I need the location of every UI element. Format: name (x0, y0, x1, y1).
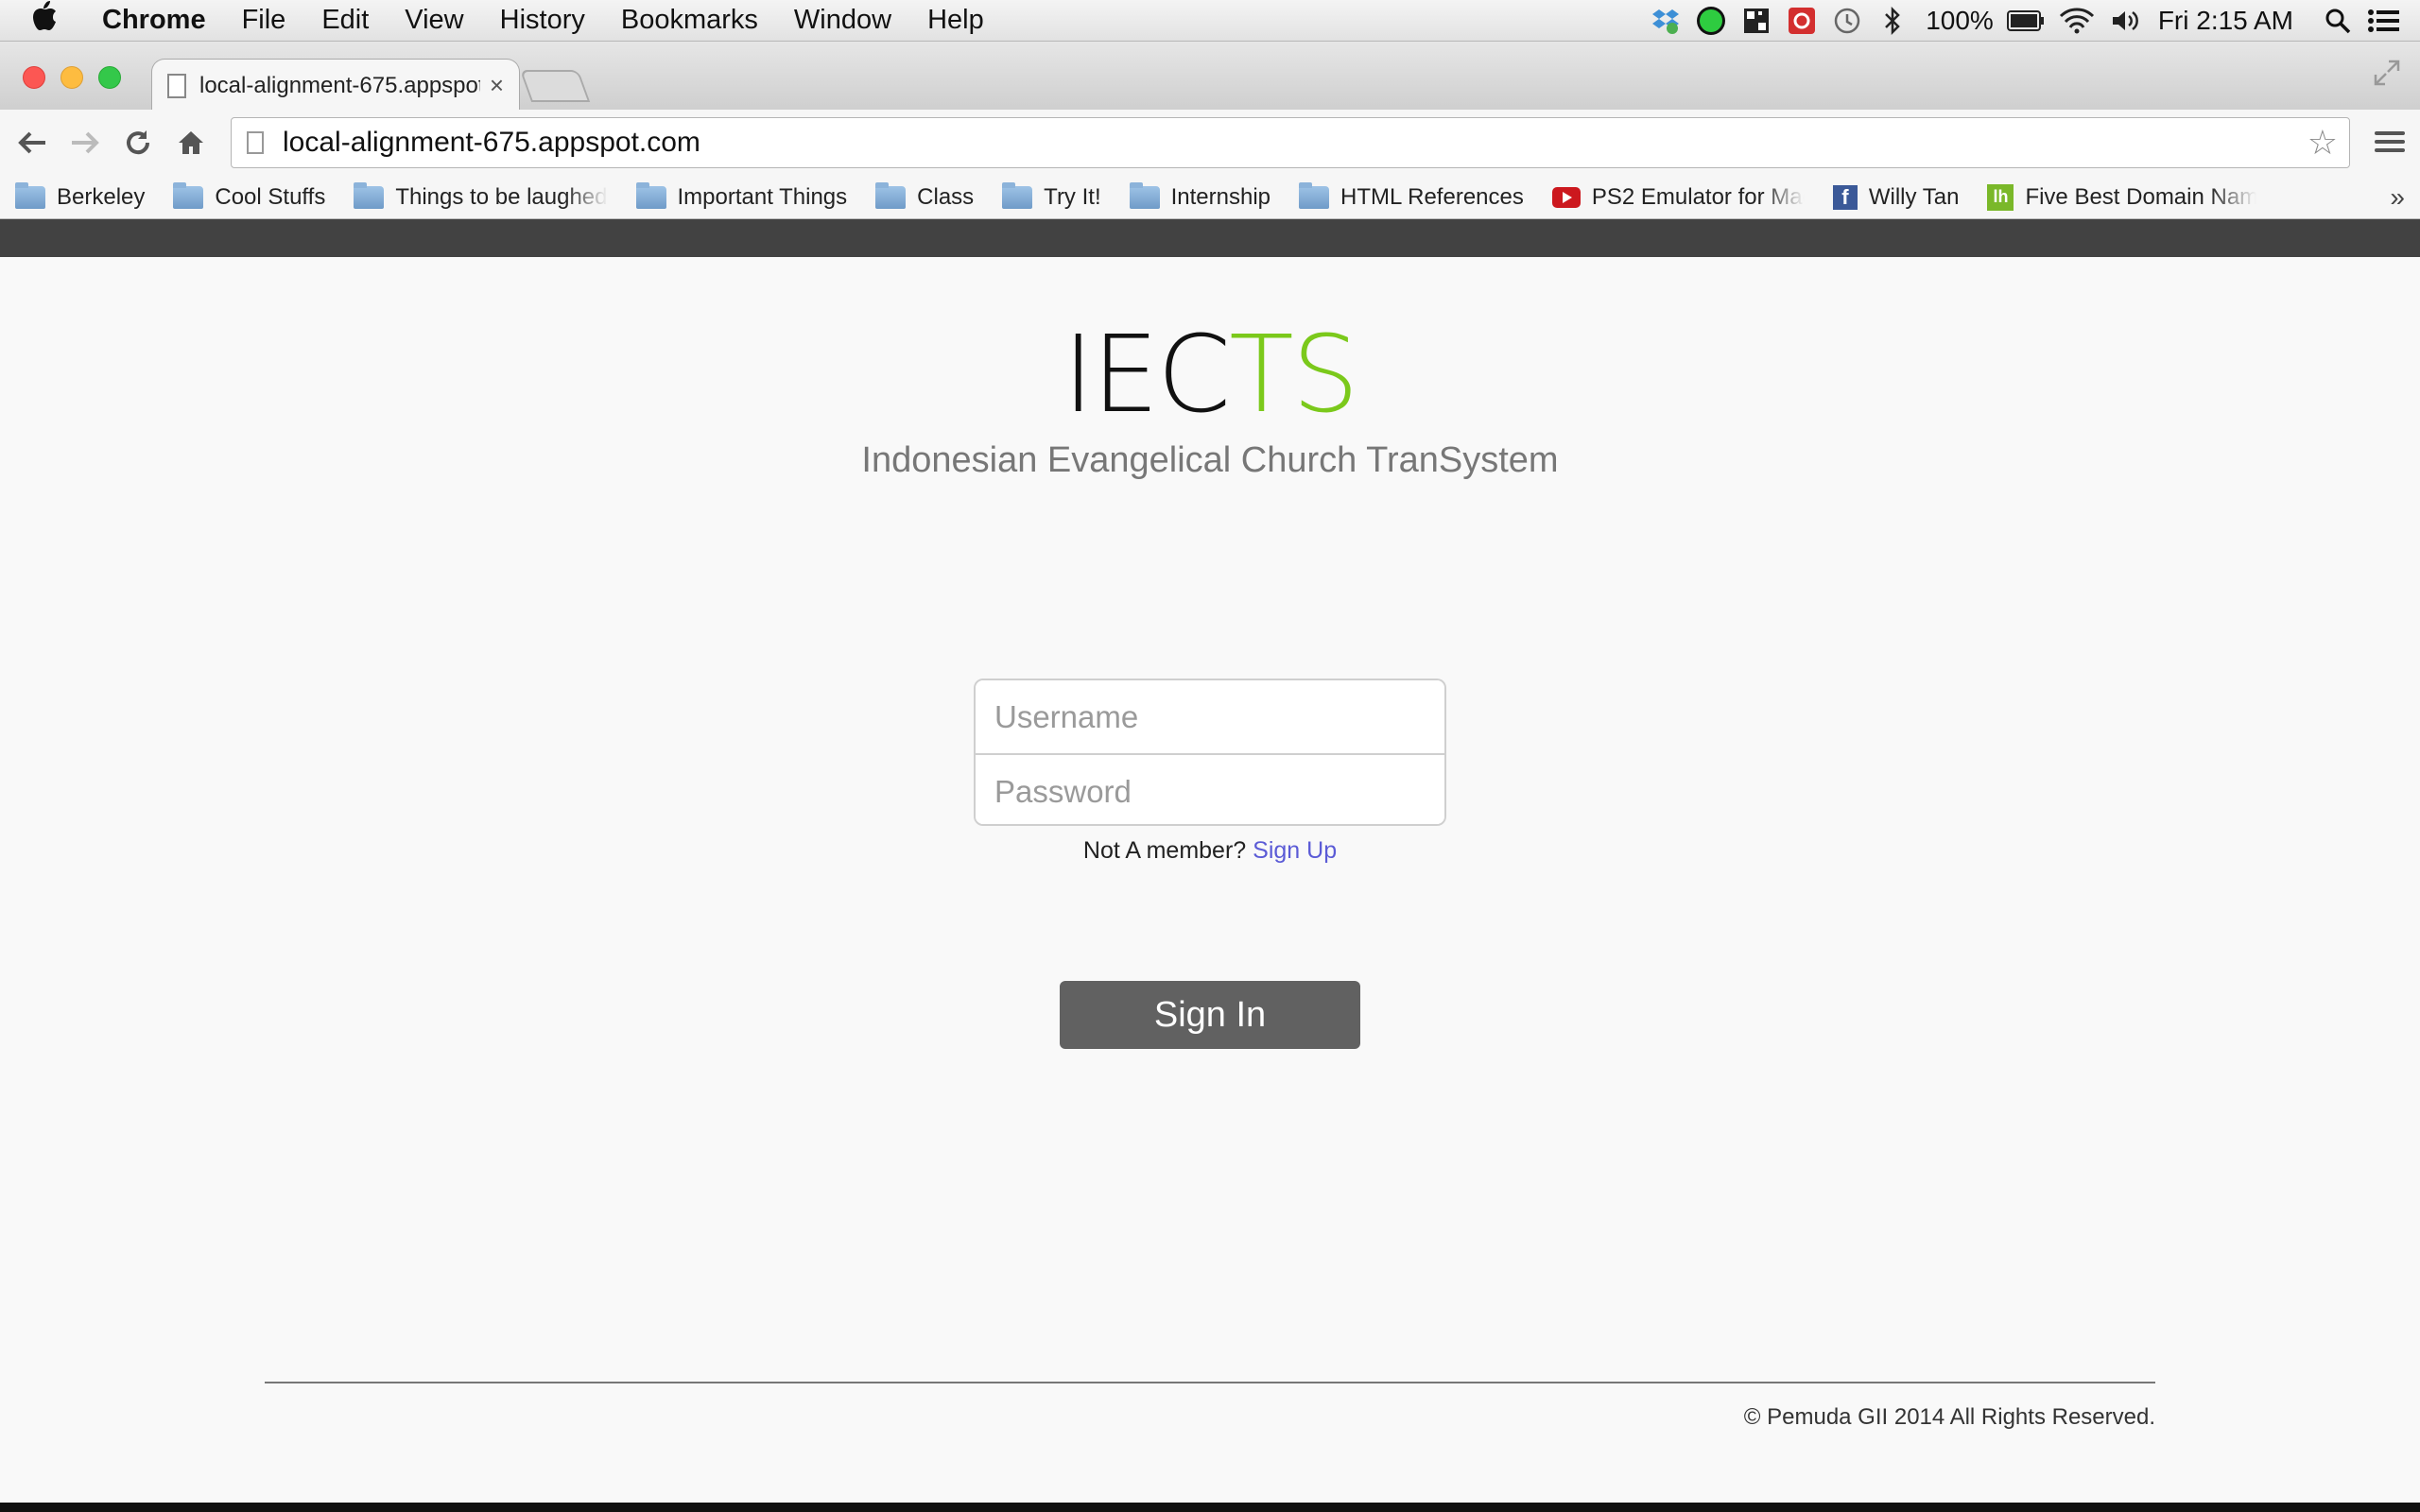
bookmarks-bar: Berkeley Cool Stuffs Things to be laughe… (0, 176, 2420, 219)
bookmark-label: Five Best Domain Name (2025, 183, 2257, 210)
menu-clock[interactable]: Fri 2:15 AM (2158, 6, 2293, 36)
battery-icon[interactable] (2006, 5, 2045, 37)
lifehacker-icon: lh (1987, 183, 2014, 211)
bookmark-label: Important Things (677, 183, 848, 210)
logo-main-text: IEC (1063, 314, 1231, 437)
login-form (974, 679, 1446, 826)
app-menu-chrome[interactable]: Chrome (102, 5, 206, 36)
youtube-icon (1551, 186, 1581, 208)
address-url[interactable]: local-alignment-675.appspot.com (283, 127, 2308, 159)
menu-history[interactable]: History (500, 5, 585, 36)
reload-button[interactable] (117, 122, 159, 163)
back-button[interactable] (11, 122, 53, 163)
battery-percentage: 100% (1926, 6, 1994, 35)
tab-strip: local-alignment-675.appspot.com × (0, 42, 2420, 112)
window-bottom-edge (0, 1503, 2420, 1512)
bookmark-label: PS2 Emulator for Mac (1591, 183, 1805, 210)
bookmark-label: Class (917, 183, 975, 210)
not-member-text: Not A member? (1082, 837, 1247, 864)
home-button[interactable] (170, 122, 212, 163)
zoom-window-button[interactable] (98, 66, 121, 89)
menu-view[interactable]: View (405, 5, 463, 36)
qr-app-icon[interactable] (1740, 5, 1772, 37)
footer-copyright: © Pemuda GII 2014 All Rights Reserved. (1743, 1404, 2155, 1430)
site-header-bar (0, 219, 2420, 257)
site-subtitle: Indonesian Evangelical Church TranSystem (861, 440, 1559, 480)
sign-up-link[interactable]: Sign Up (1253, 837, 1337, 864)
folder-icon (875, 181, 907, 209)
minimize-window-button[interactable] (60, 66, 83, 89)
bookmarks-overflow-chevron-icon[interactable]: » (2390, 182, 2405, 213)
tab-title: local-alignment-675.appspot.com (199, 72, 480, 98)
login-page: IECTS Indonesian Evangelical Church Tran… (0, 257, 2420, 1503)
page-icon (247, 131, 264, 154)
bookmark-folder-internship[interactable]: Internship (1129, 181, 1271, 211)
volume-icon[interactable] (2109, 5, 2141, 37)
menu-file[interactable]: File (242, 5, 286, 36)
bookmark-folder-things-to-be-laughed[interactable]: Things to be laughed (354, 181, 608, 211)
menu-bookmarks[interactable]: Bookmarks (621, 5, 758, 36)
forward-button[interactable] (64, 122, 106, 163)
menu-window[interactable]: Window (794, 5, 891, 36)
bookmark-label: Things to be laughed (395, 183, 608, 210)
bookmark-star-icon[interactable]: ☆ (2308, 123, 2338, 163)
bookmark-label: Willy Tan (1868, 183, 1960, 210)
facebook-icon: f (1832, 184, 1858, 210)
bookmark-folder-try-it[interactable]: Try It! (1002, 181, 1101, 211)
username-input[interactable] (976, 680, 1444, 753)
bookmark-folder-berkeley[interactable]: Berkeley (15, 181, 146, 211)
bookmark-folder-html-references[interactable]: HTML References (1299, 181, 1524, 211)
folder-icon (635, 181, 666, 209)
fullscreen-icon[interactable] (2373, 59, 2401, 94)
password-input[interactable] (976, 755, 1444, 824)
folder-icon (173, 181, 204, 209)
bookmark-ps2-emulator[interactable]: PS2 Emulator for Mac (1551, 183, 1805, 211)
notification-center-icon[interactable] (2367, 5, 2399, 37)
apple-menu-icon[interactable] (30, 0, 83, 41)
bookmark-label: Internship (1170, 183, 1271, 210)
status-tray: 100% Fri 2:15 AM (1636, 0, 2399, 42)
menu-edit[interactable]: Edit (321, 5, 369, 36)
folder-icon (354, 181, 385, 209)
tab-active[interactable]: local-alignment-675.appspot.com × (151, 59, 520, 112)
menu-bar: Chrome File Edit View History Bookmarks … (0, 0, 2420, 42)
bookmark-folder-important-things[interactable]: Important Things (635, 181, 848, 211)
recorder-icon[interactable] (1786, 5, 1818, 37)
bookmark-folder-cool-stuffs[interactable]: Cool Stuffs (173, 181, 326, 211)
signup-prompt: Not A member? Sign Up (0, 837, 2420, 865)
bookmark-label: Cool Stuffs (215, 183, 326, 210)
chrome-menu-icon[interactable] (2371, 123, 2409, 161)
sync-status-icon[interactable] (1695, 5, 1727, 37)
time-machine-icon[interactable] (1831, 5, 1863, 37)
folder-icon (15, 181, 45, 209)
bookmark-label: Berkeley (57, 183, 146, 210)
bluetooth-icon[interactable] (1876, 5, 1909, 37)
site-logo: IECTS (0, 314, 2420, 437)
dropbox-icon[interactable] (1650, 5, 1682, 37)
folder-icon (1002, 181, 1033, 209)
bookmark-label: HTML References (1340, 183, 1524, 210)
menu-help[interactable]: Help (927, 5, 984, 36)
browser-toolbar: local-alignment-675.appspot.com ☆ (0, 110, 2420, 176)
close-window-button[interactable] (23, 66, 45, 89)
folder-icon (1129, 181, 1160, 209)
bookmark-willy-tan[interactable]: f Willy Tan (1832, 183, 1960, 211)
sign-in-button[interactable]: Sign In (1060, 981, 1360, 1049)
bookmark-label: Try It! (1044, 183, 1101, 210)
logo-accent-text: TS (1229, 314, 1359, 437)
address-bar[interactable]: local-alignment-675.appspot.com ☆ (231, 117, 2350, 168)
new-tab-button[interactable] (519, 70, 591, 102)
wifi-icon[interactable] (2058, 5, 2096, 37)
footer-divider (265, 1382, 2155, 1383)
folder-icon (1299, 181, 1330, 209)
bookmark-five-best-domain[interactable]: lh Five Best Domain Name (1987, 183, 2257, 211)
bookmark-folder-class[interactable]: Class (875, 181, 975, 211)
page-icon (167, 73, 186, 98)
spotlight-search-icon[interactable] (2322, 5, 2354, 37)
tab-close-icon[interactable]: × (490, 71, 504, 100)
